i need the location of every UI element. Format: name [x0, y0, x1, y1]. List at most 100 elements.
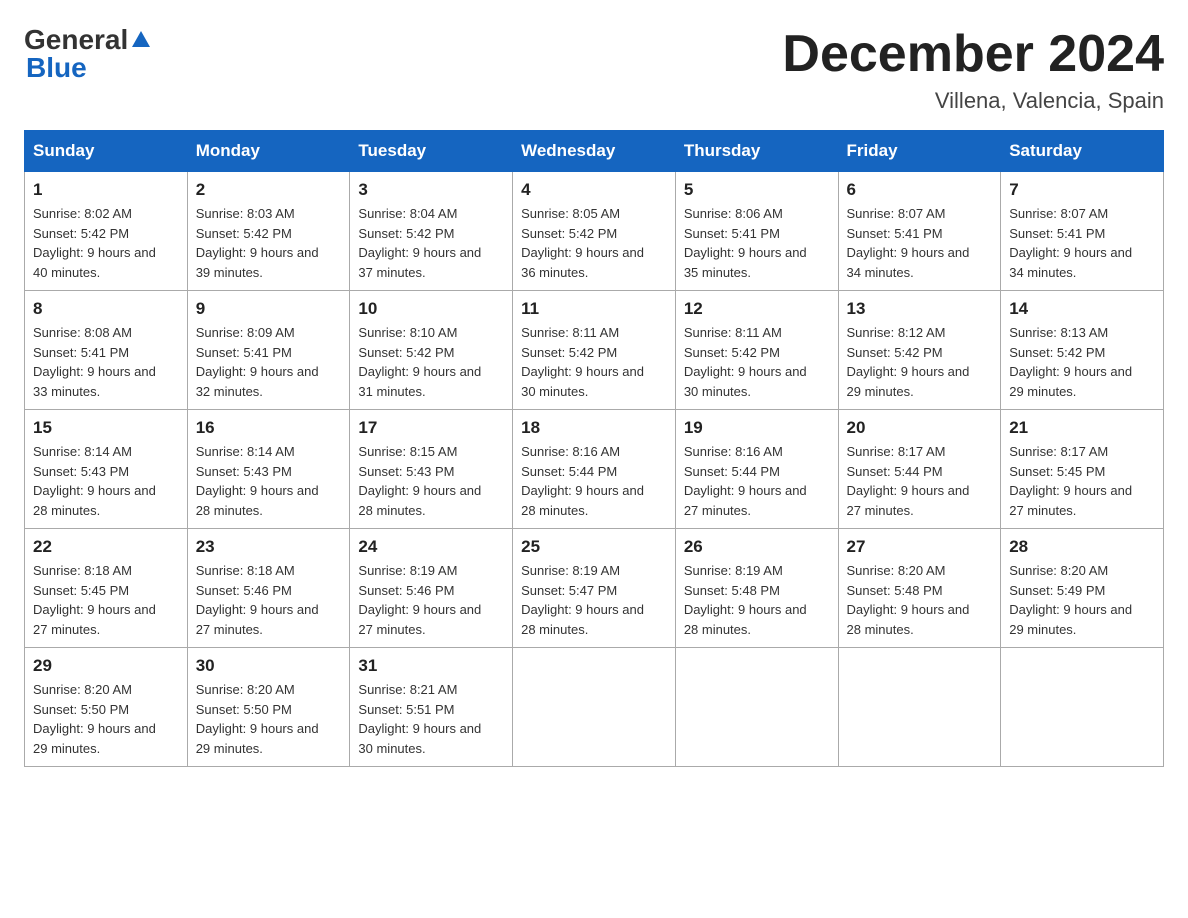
- calendar-week-2: 8Sunrise: 8:08 AMSunset: 5:41 PMDaylight…: [25, 291, 1164, 410]
- day-info: Sunrise: 8:05 AMSunset: 5:42 PMDaylight:…: [521, 204, 667, 282]
- calendar-cell: [1001, 648, 1164, 767]
- day-info: Sunrise: 8:20 AMSunset: 5:48 PMDaylight:…: [847, 561, 993, 639]
- day-number: 16: [196, 418, 342, 438]
- day-number: 25: [521, 537, 667, 557]
- day-number: 17: [358, 418, 504, 438]
- day-number: 11: [521, 299, 667, 319]
- day-info: Sunrise: 8:14 AMSunset: 5:43 PMDaylight:…: [33, 442, 179, 520]
- calendar-cell: 21 Sunrise: 8:17 AMSunset: 5:45 PMDayligh…: [1001, 410, 1164, 529]
- header-cell-sunday: Sunday: [25, 131, 188, 172]
- calendar-cell: 8Sunrise: 8:08 AMSunset: 5:41 PMDaylight…: [25, 291, 188, 410]
- day-info: Sunrise: 8:11 AMSunset: 5:42 PMDaylight:…: [521, 323, 667, 401]
- calendar-cell: 31Sunrise: 8:21 AMSunset: 5:51 PMDayligh…: [350, 648, 513, 767]
- calendar-cell: 9 Sunrise: 8:09 AMSunset: 5:41 PMDaylight…: [187, 291, 350, 410]
- day-info: Sunrise: 8:08 AMSunset: 5:41 PMDaylight:…: [33, 323, 179, 401]
- day-number: 15: [33, 418, 179, 438]
- day-number: 24: [358, 537, 504, 557]
- calendar-cell: 23Sunrise: 8:18 AMSunset: 5:46 PMDayligh…: [187, 529, 350, 648]
- month-title: December 2024: [782, 24, 1164, 84]
- calendar-cell: 24Sunrise: 8:19 AMSunset: 5:46 PMDayligh…: [350, 529, 513, 648]
- day-info: Sunrise: 8:07 AMSunset: 5:41 PMDaylight:…: [847, 204, 993, 282]
- calendar-cell: [838, 648, 1001, 767]
- day-number: 31: [358, 656, 504, 676]
- day-number: 22: [33, 537, 179, 557]
- calendar-cell: 27 Sunrise: 8:20 AMSunset: 5:48 PMDayligh…: [838, 529, 1001, 648]
- day-number: 10: [358, 299, 504, 319]
- day-number: 1: [33, 180, 179, 200]
- day-number: 23: [196, 537, 342, 557]
- day-info: Sunrise: 8:03 AMSunset: 5:42 PMDaylight:…: [196, 204, 342, 282]
- header-cell-tuesday: Tuesday: [350, 131, 513, 172]
- calendar-cell: 22 Sunrise: 8:18 AMSunset: 5:45 PMDayligh…: [25, 529, 188, 648]
- day-number: 4: [521, 180, 667, 200]
- calendar-cell: 10Sunrise: 8:10 AMSunset: 5:42 PMDayligh…: [350, 291, 513, 410]
- day-number: 28: [1009, 537, 1155, 557]
- header-cell-friday: Friday: [838, 131, 1001, 172]
- calendar-cell: 5Sunrise: 8:06 AMSunset: 5:41 PMDaylight…: [675, 172, 838, 291]
- page-header: General Blue December 2024 Villena, Vale…: [24, 24, 1164, 114]
- day-info: Sunrise: 8:19 AMSunset: 5:47 PMDaylight:…: [521, 561, 667, 639]
- day-number: 9: [196, 299, 342, 319]
- day-number: 6: [847, 180, 993, 200]
- header-cell-thursday: Thursday: [675, 131, 838, 172]
- calendar-cell: 11 Sunrise: 8:11 AMSunset: 5:42 PMDayligh…: [513, 291, 676, 410]
- calendar-body: 1 Sunrise: 8:02 AMSunset: 5:42 PMDaylight…: [25, 172, 1164, 767]
- calendar-table: SundayMondayTuesdayWednesdayThursdayFrid…: [24, 130, 1164, 767]
- calendar-cell: 19 Sunrise: 8:16 AMSunset: 5:44 PMDayligh…: [675, 410, 838, 529]
- day-number: 27: [847, 537, 993, 557]
- calendar-cell: 1 Sunrise: 8:02 AMSunset: 5:42 PMDaylight…: [25, 172, 188, 291]
- calendar-cell: 15 Sunrise: 8:14 AMSunset: 5:43 PMDayligh…: [25, 410, 188, 529]
- day-number: 12: [684, 299, 830, 319]
- header-row: SundayMondayTuesdayWednesdayThursdayFrid…: [25, 131, 1164, 172]
- day-info: Sunrise: 8:16 AMSunset: 5:44 PMDaylight:…: [521, 442, 667, 520]
- day-info: Sunrise: 8:18 AMSunset: 5:45 PMDaylight:…: [33, 561, 179, 639]
- calendar-cell: 30 Sunrise: 8:20 AMSunset: 5:50 PMDayligh…: [187, 648, 350, 767]
- day-info: Sunrise: 8:17 AMSunset: 5:44 PMDaylight:…: [847, 442, 993, 520]
- day-number: 18: [521, 418, 667, 438]
- calendar-week-4: 22 Sunrise: 8:18 AMSunset: 5:45 PMDayligh…: [25, 529, 1164, 648]
- calendar-header: SundayMondayTuesdayWednesdayThursdayFrid…: [25, 131, 1164, 172]
- calendar-week-5: 29Sunrise: 8:20 AMSunset: 5:50 PMDayligh…: [25, 648, 1164, 767]
- day-info: Sunrise: 8:04 AMSunset: 5:42 PMDaylight:…: [358, 204, 504, 282]
- calendar-cell: 26 Sunrise: 8:19 AMSunset: 5:48 PMDayligh…: [675, 529, 838, 648]
- calendar-cell: 20 Sunrise: 8:17 AMSunset: 5:44 PMDayligh…: [838, 410, 1001, 529]
- day-number: 7: [1009, 180, 1155, 200]
- calendar-cell: 13Sunrise: 8:12 AMSunset: 5:42 PMDayligh…: [838, 291, 1001, 410]
- day-info: Sunrise: 8:17 AMSunset: 5:45 PMDaylight:…: [1009, 442, 1155, 520]
- calendar-cell: 4 Sunrise: 8:05 AMSunset: 5:42 PMDaylight…: [513, 172, 676, 291]
- calendar-cell: 28 Sunrise: 8:20 AMSunset: 5:49 PMDayligh…: [1001, 529, 1164, 648]
- calendar-cell: 7Sunrise: 8:07 AMSunset: 5:41 PMDaylight…: [1001, 172, 1164, 291]
- day-info: Sunrise: 8:20 AMSunset: 5:50 PMDaylight:…: [196, 680, 342, 758]
- logo-blue-text: Blue: [26, 52, 87, 84]
- day-info: Sunrise: 8:16 AMSunset: 5:44 PMDaylight:…: [684, 442, 830, 520]
- day-number: 14: [1009, 299, 1155, 319]
- calendar-cell: 14Sunrise: 8:13 AMSunset: 5:42 PMDayligh…: [1001, 291, 1164, 410]
- calendar-cell: 25 Sunrise: 8:19 AMSunset: 5:47 PMDayligh…: [513, 529, 676, 648]
- day-info: Sunrise: 8:11 AMSunset: 5:42 PMDaylight:…: [684, 323, 830, 401]
- day-info: Sunrise: 8:15 AMSunset: 5:43 PMDaylight:…: [358, 442, 504, 520]
- day-number: 13: [847, 299, 993, 319]
- day-number: 21: [1009, 418, 1155, 438]
- calendar-cell: 3 Sunrise: 8:04 AMSunset: 5:42 PMDaylight…: [350, 172, 513, 291]
- calendar-cell: [675, 648, 838, 767]
- day-number: 19: [684, 418, 830, 438]
- day-number: 30: [196, 656, 342, 676]
- day-number: 3: [358, 180, 504, 200]
- header-cell-monday: Monday: [187, 131, 350, 172]
- day-info: Sunrise: 8:19 AMSunset: 5:48 PMDaylight:…: [684, 561, 830, 639]
- calendar-cell: 2 Sunrise: 8:03 AMSunset: 5:42 PMDaylight…: [187, 172, 350, 291]
- calendar-cell: 12 Sunrise: 8:11 AMSunset: 5:42 PMDayligh…: [675, 291, 838, 410]
- day-info: Sunrise: 8:06 AMSunset: 5:41 PMDaylight:…: [684, 204, 830, 282]
- logo-icon: [130, 29, 152, 51]
- day-number: 2: [196, 180, 342, 200]
- header-cell-saturday: Saturday: [1001, 131, 1164, 172]
- day-info: Sunrise: 8:20 AMSunset: 5:50 PMDaylight:…: [33, 680, 179, 758]
- day-info: Sunrise: 8:09 AMSunset: 5:41 PMDaylight:…: [196, 323, 342, 401]
- day-number: 20: [847, 418, 993, 438]
- day-number: 26: [684, 537, 830, 557]
- day-info: Sunrise: 8:14 AMSunset: 5:43 PMDaylight:…: [196, 442, 342, 520]
- day-info: Sunrise: 8:02 AMSunset: 5:42 PMDaylight:…: [33, 204, 179, 282]
- header-cell-wednesday: Wednesday: [513, 131, 676, 172]
- location-text: Villena, Valencia, Spain: [782, 88, 1164, 114]
- day-info: Sunrise: 8:20 AMSunset: 5:49 PMDaylight:…: [1009, 561, 1155, 639]
